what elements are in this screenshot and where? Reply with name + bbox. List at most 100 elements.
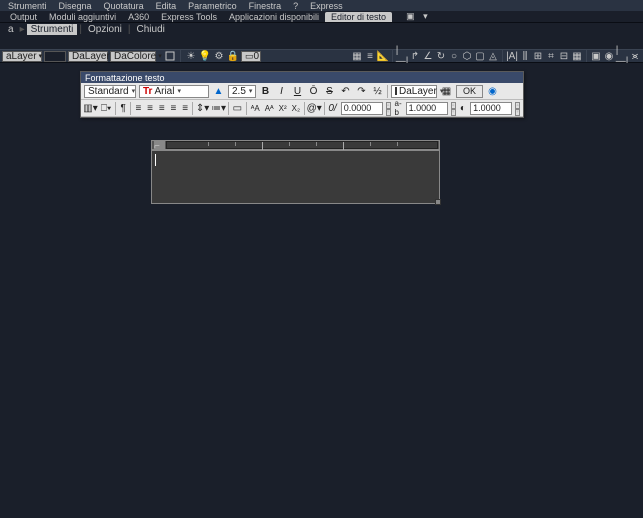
- menu-help[interactable]: ?: [287, 1, 304, 11]
- tab-express-tools[interactable]: Express Tools: [155, 12, 223, 22]
- ok-button[interactable]: OK: [456, 85, 483, 98]
- menu-edita[interactable]: Edita: [150, 1, 183, 11]
- tab-a360[interactable]: A360: [122, 12, 155, 22]
- strikethrough-button[interactable]: S: [323, 85, 336, 98]
- divider: [246, 102, 247, 115]
- bulb-icon[interactable]: 💡: [199, 50, 211, 62]
- ruler-toggle-icon[interactable]: ▦: [440, 85, 453, 98]
- linetype-preview: [44, 51, 66, 62]
- text-color-combo[interactable]: DaLayer▾: [391, 85, 437, 98]
- italic-button[interactable]: I: [275, 85, 288, 98]
- lowercase-button[interactable]: Aᴬ: [264, 102, 275, 115]
- measure-icon[interactable]: 📐: [377, 50, 389, 62]
- ribbon-expand-icon[interactable]: ▣ ▾: [400, 11, 440, 22]
- tab-moduli[interactable]: Moduli aggiuntivi: [43, 12, 122, 22]
- linetype-combo[interactable]: DaLayer▾: [68, 51, 108, 62]
- panel-chiudi[interactable]: Chiudi: [133, 24, 169, 35]
- insert-field-button[interactable]: ▭: [232, 102, 243, 115]
- dim-linear-icon[interactable]: |—|: [396, 50, 408, 62]
- ruler-indent-handle[interactable]: ⌐: [154, 141, 165, 149]
- options-icon[interactable]: ◉: [486, 85, 499, 98]
- lineweight-combo[interactable]: ▭ 0: [241, 51, 261, 62]
- tab-output[interactable]: Output: [4, 12, 43, 22]
- tracking-input[interactable]: [406, 102, 448, 115]
- resize-handle[interactable]: [435, 199, 441, 205]
- panel-strumenti[interactable]: Strumenti: [27, 24, 78, 35]
- annotative-icon[interactable]: ▲: [212, 85, 225, 98]
- dim-angular-icon[interactable]: ∠: [422, 50, 434, 62]
- menu-strumenti[interactable]: Strumenti: [2, 1, 53, 11]
- menu-finestra[interactable]: Finestra: [243, 1, 288, 11]
- tab-editor-testo[interactable]: Editor di testo: [325, 12, 392, 22]
- properties-toolbar: aLayer▾ DaLayer▾ DaColore▾ ☀ 💡 ⚙ 🔒 ▭ 0 ▦…: [0, 49, 643, 63]
- text-style-combo[interactable]: Standard▾: [84, 85, 136, 98]
- dim-ordinate-icon[interactable]: ◬: [487, 50, 499, 62]
- dim-arc-icon[interactable]: ↻: [435, 50, 447, 62]
- align-justify-button[interactable]: ≡: [169, 102, 178, 115]
- dim-space-icon[interactable]: ⊟: [558, 50, 570, 62]
- dim-tedit-icon[interactable]: ⌗: [545, 50, 557, 62]
- dim-radius-icon[interactable]: ○: [448, 50, 460, 62]
- oblique-spinner[interactable]: ▴▾: [386, 102, 391, 115]
- menu-parametrico[interactable]: Parametrico: [182, 1, 243, 11]
- tolerance-icon[interactable]: |A|: [506, 50, 518, 62]
- columns-button[interactable]: ▥▾: [84, 102, 97, 115]
- tab-applicazioni[interactable]: Applicazioni disponibili: [223, 12, 325, 22]
- dim-baseline-icon[interactable]: ⪤: [629, 50, 641, 62]
- dim-diameter-icon[interactable]: ⬡: [461, 50, 473, 62]
- crumb-a[interactable]: a: [4, 24, 18, 35]
- oblique-angle-input[interactable]: [341, 102, 383, 115]
- width-factor-input[interactable]: [470, 102, 512, 115]
- menu-disegna[interactable]: Disegna: [53, 1, 98, 11]
- lock-icon[interactable]: 🔒: [227, 50, 239, 62]
- dim-edit-icon[interactable]: ⊞: [532, 50, 544, 62]
- divider: [392, 50, 393, 62]
- color-combo[interactable]: DaColore▾: [110, 51, 156, 62]
- layer-combo[interactable]: aLayer▾: [2, 51, 42, 62]
- align-center-button[interactable]: ≡: [146, 102, 155, 115]
- align-right-button[interactable]: ≡: [157, 102, 166, 115]
- dim-aligned-icon[interactable]: ↱: [409, 50, 421, 62]
- menu-quotatura[interactable]: Quotatura: [98, 1, 150, 11]
- overline-button[interactable]: Ō: [307, 85, 320, 98]
- undo-button[interactable]: ↶: [339, 85, 352, 98]
- dim-jogged-icon[interactable]: ▢: [474, 50, 486, 62]
- panel-opzioni[interactable]: Opzioni: [84, 24, 126, 35]
- align-left-button[interactable]: ≡: [134, 102, 143, 115]
- transparency-icon[interactable]: ▦: [351, 50, 363, 62]
- redo-button[interactable]: ↷: [355, 85, 368, 98]
- stack-button[interactable]: ½: [371, 85, 384, 98]
- text-ruler[interactable]: ⌐: [151, 140, 440, 150]
- numbering-button[interactable]: ≔▾: [212, 102, 225, 115]
- list-icon[interactable]: ≡: [364, 50, 376, 62]
- uppercase-button[interactable]: ᴬA: [250, 102, 261, 115]
- mtext-justify-button[interactable]: ⎕▾: [100, 102, 112, 115]
- underline-button[interactable]: U: [291, 85, 304, 98]
- gear-icon[interactable]: ⚙: [213, 50, 225, 62]
- superscript-button[interactable]: X²: [278, 102, 288, 115]
- align-distribute-button[interactable]: ≡: [181, 102, 190, 115]
- font-combo[interactable]: TrArial▾: [139, 85, 209, 98]
- bold-button[interactable]: B: [259, 85, 272, 98]
- dim-style-icon[interactable]: ◉: [603, 50, 615, 62]
- symbol-button[interactable]: @▾: [308, 102, 321, 115]
- gap: [0, 35, 643, 49]
- dim-update-icon[interactable]: ▣: [590, 50, 602, 62]
- paragraph-button[interactable]: ¶: [119, 102, 128, 115]
- mtext-input-area[interactable]: [151, 150, 440, 204]
- divider: [324, 102, 325, 115]
- width-spinner[interactable]: ▴▾: [515, 102, 520, 115]
- drawing-canvas[interactable]: [0, 63, 643, 518]
- dim-continue-icon[interactable]: |—|: [616, 50, 628, 62]
- menu-express[interactable]: Express: [304, 1, 349, 11]
- chevron-down-icon: ▾: [177, 87, 181, 95]
- line-spacing-button[interactable]: ⇕▾: [196, 102, 209, 115]
- match-props-icon[interactable]: [164, 50, 176, 62]
- sun-icon[interactable]: ☀: [185, 50, 197, 62]
- center-mark-icon[interactable]: ⫼: [519, 50, 531, 62]
- tracking-spinner[interactable]: ▴▾: [451, 102, 456, 115]
- dim-break-icon[interactable]: ▦: [571, 50, 583, 62]
- subscript-button[interactable]: X₂: [291, 102, 301, 115]
- font-size-combo[interactable]: 2.5▾: [228, 85, 256, 98]
- ruler-body[interactable]: [166, 141, 438, 149]
